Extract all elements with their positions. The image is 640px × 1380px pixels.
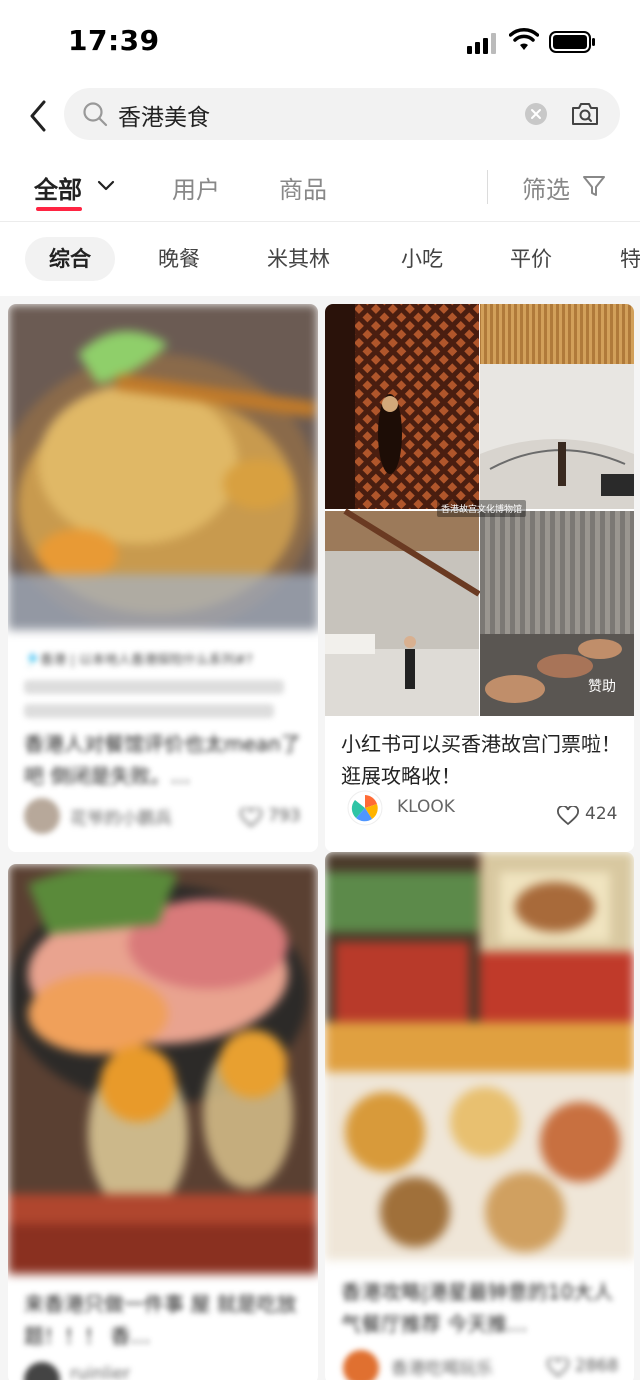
filter-chips: 综合 晚餐 米其林 小吃 平价 特 xyxy=(0,222,640,296)
note-title[interactable]: 来香港只做一件事 屋 就是吃放题！！！ 香… xyxy=(24,1288,306,1352)
chip-michelin[interactable]: 米其林 xyxy=(243,237,354,281)
note-card[interactable]: 来香港只做一件事 屋 就是吃放题！！！ 香… ruinlier xyxy=(8,864,318,1380)
heart-icon[interactable] xyxy=(557,806,579,826)
author-name[interactable]: KLOOK xyxy=(397,797,455,817)
note-card[interactable]: 香港攻略|港星最钟意的10大人气餐厅推荐 今天推… 香港吃喝玩乐 2868 xyxy=(325,852,634,1380)
like-count: 793 xyxy=(268,806,301,826)
chip-comprehensive[interactable]: 综合 xyxy=(25,237,115,281)
chip-dinner[interactable]: 晚餐 xyxy=(134,237,224,281)
restaurant-collage-image xyxy=(325,852,634,1260)
author-name[interactable]: 香港吃喝玩乐 xyxy=(391,1354,493,1379)
avatar[interactable] xyxy=(24,798,60,834)
status-time: 17:39 xyxy=(68,24,160,57)
note-title[interactable]: 香港攻略|港星最钟意的10大人气餐厅推荐 今天推… xyxy=(341,1276,621,1340)
feed: 🎐香港 | 以本地人香港探险什么系列#? 香港人对餐馆评价也太mean了吧 倒闭… xyxy=(0,296,640,1380)
author-name[interactable]: 花爷的小鹏兵 xyxy=(70,804,172,829)
wifi-icon xyxy=(509,28,539,50)
note-card-sponsored[interactable]: 香港故宫文化博物馆 赞助 小红书可以买香港故宫门票啦！逛展攻略收！ KLOOK … xyxy=(325,304,634,852)
search-query[interactable]: 香港美食 xyxy=(118,98,210,132)
note-card[interactable]: 🎐香港 | 以本地人香港探险什么系列#? 香港人对餐馆评价也太mean了吧 倒闭… xyxy=(8,304,318,852)
search-icon xyxy=(83,102,108,127)
battery-icon xyxy=(549,31,595,53)
seafood-image xyxy=(8,864,318,1274)
chip-more[interactable]: 特 xyxy=(596,237,640,281)
filter-button[interactable]: 筛选 xyxy=(522,170,570,205)
avatar[interactable] xyxy=(343,1350,379,1380)
author-name[interactable]: ruinlier xyxy=(70,1364,130,1380)
search-input[interactable]: 香港美食 xyxy=(64,88,620,140)
sponsored-badge: 赞助 xyxy=(588,679,616,695)
signal-icon xyxy=(467,33,496,54)
note-tags: 🎐香港 | 以本地人香港探险什么系列#? xyxy=(24,653,253,668)
noodle-image xyxy=(8,304,318,630)
search-bar: 香港美食 xyxy=(0,80,640,152)
chevron-down-icon[interactable] xyxy=(97,180,115,192)
back-icon[interactable] xyxy=(24,96,52,136)
heart-icon[interactable] xyxy=(240,808,262,828)
status-bar: 17:39 xyxy=(0,0,640,80)
tab-indicator xyxy=(36,207,82,211)
tab-divider xyxy=(487,170,488,204)
avatar[interactable] xyxy=(24,1362,60,1380)
tab-all[interactable]: 全部 xyxy=(34,170,82,205)
filter-icon[interactable] xyxy=(582,174,606,198)
klook-logo-avatar[interactable] xyxy=(347,790,383,826)
note-title[interactable]: 小红书可以买香港故宫门票啦！逛展攻略收！ xyxy=(341,728,621,792)
clear-icon[interactable] xyxy=(524,102,548,126)
chip-affordable[interactable]: 平价 xyxy=(486,237,576,281)
heart-icon[interactable] xyxy=(547,1358,569,1378)
tab-products[interactable]: 商品 xyxy=(279,170,327,205)
chip-snacks[interactable]: 小吃 xyxy=(377,237,467,281)
camera-icon[interactable] xyxy=(570,100,600,128)
like-count: 2868 xyxy=(575,1356,619,1376)
like-count: 424 xyxy=(585,804,618,824)
tab-users[interactable]: 用户 xyxy=(172,170,220,205)
tab-row: 全部 用户 商品 筛选 xyxy=(0,152,640,222)
note-title[interactable]: 香港人对餐馆评价也太mean了吧 倒闭是失败。… xyxy=(24,728,306,792)
